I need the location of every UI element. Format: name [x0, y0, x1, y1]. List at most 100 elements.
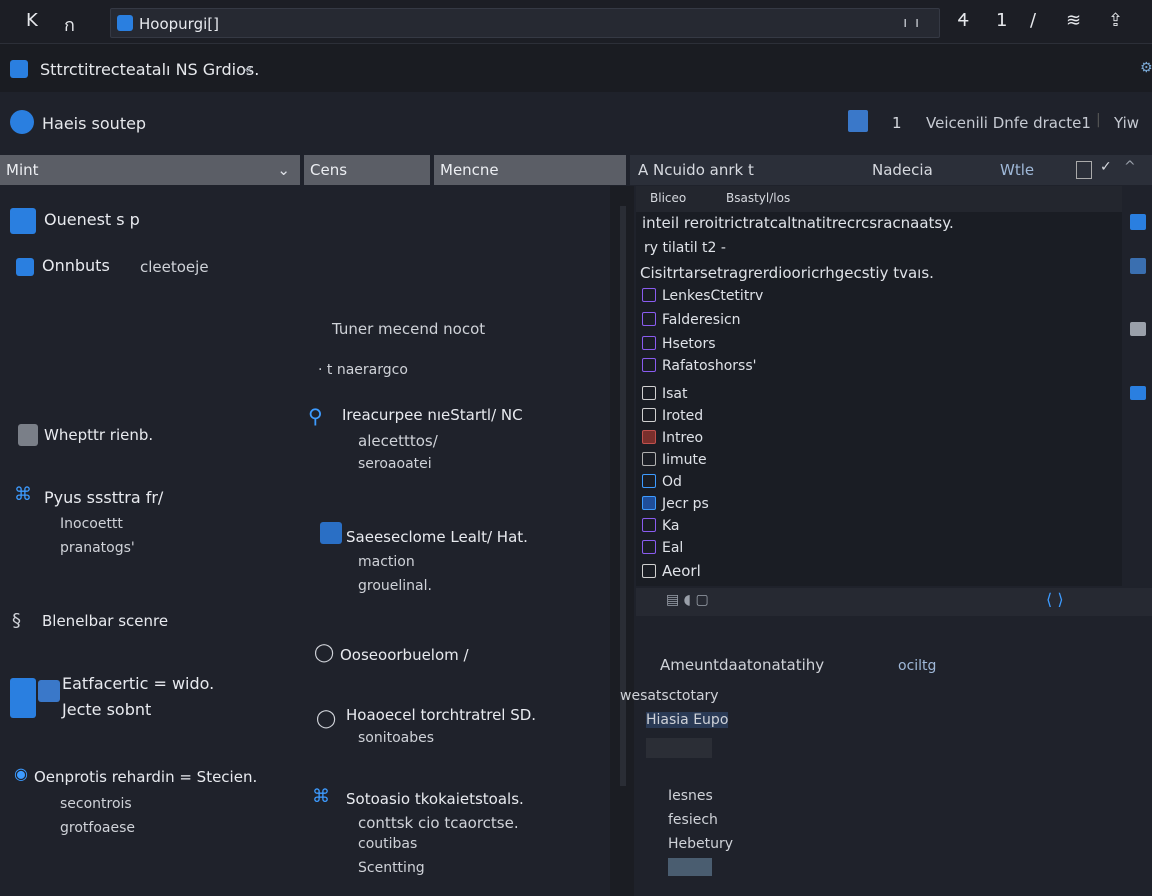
chevron-down-icon[interactable]: ⌄: [277, 155, 290, 185]
column-header-mencne[interactable]: Mencne: [434, 155, 626, 185]
checkbox-icon[interactable]: [1076, 161, 1092, 179]
check-icon[interactable]: ✓: [1100, 159, 1112, 175]
rail-icon[interactable]: [1130, 214, 1146, 230]
rp-list-b: Isat Iroted Intreo Iimute Od Jecr ps Ka …: [642, 386, 709, 586]
list-item[interactable]: Jecr ps: [642, 496, 709, 518]
left-item-7b: secontrois: [60, 796, 132, 812]
item-icon: [642, 540, 656, 554]
list-item[interactable]: Isat: [642, 386, 709, 408]
rp-list-a: LenkesCtetitrv Falderesicn Hsetors Rafat…: [642, 288, 763, 380]
column-header-mint[interactable]: Mint ⌄: [0, 155, 300, 185]
forward-button[interactable]: ก: [64, 10, 75, 39]
rp-head-tail: Wtle: [1000, 161, 1035, 179]
item-icon: ◯: [316, 708, 337, 729]
lock-icon[interactable]: [848, 110, 868, 132]
item-icon: ◯: [314, 642, 335, 663]
rp-head-mid: Nadecia: [872, 161, 933, 179]
column-header-cens[interactable]: Cens: [304, 155, 430, 185]
left-item-4c: pranatogs': [60, 540, 135, 556]
lr-row-1-tail[interactable]: ociltg: [898, 658, 936, 674]
lr-row-6[interactable]: Hebetury: [668, 836, 733, 852]
lr-row-2[interactable]: wesatsctotary: [620, 688, 719, 704]
mid-item-6a[interactable]: Hoaoecel torchtratrel SD.: [346, 706, 536, 724]
item-icon: [642, 452, 656, 466]
item-icon: [18, 424, 38, 446]
rp-head-title: A Ncuido anrk t: [638, 161, 754, 179]
title-bar: K ก Hoopurgi[] ıı Ꮞ 1 / ≋ ⇪: [0, 0, 1152, 44]
right-panel-header: A Ncuido anrk t Nadecia Wtle ✓ ^: [630, 155, 1152, 185]
section-count: 1: [892, 114, 902, 132]
back-button[interactable]: K: [26, 10, 38, 31]
mid-item-3a[interactable]: Ireacurpee nıeStartl/ NC: [342, 406, 523, 424]
address-bar[interactable]: Hoopurgi[] ıı: [110, 8, 940, 38]
rail-icon[interactable]: [1130, 258, 1146, 274]
rail-icon[interactable]: [1130, 386, 1146, 400]
left-item-6a[interactable]: Eatfacertic = wido.: [62, 674, 214, 693]
scrollbar[interactable]: [610, 186, 634, 896]
left-item-1[interactable]: Ouenest s p: [44, 210, 140, 229]
right-icon-rail: [1124, 186, 1152, 476]
toolbar-icons[interactable]: ▤ ◖ ▢: [666, 592, 709, 608]
item-icon: [10, 208, 36, 234]
left-item-4a[interactable]: Pyus sssttra fr/: [44, 488, 163, 507]
nav-icons[interactable]: ⟨ ⟩: [1046, 590, 1064, 609]
list-item[interactable]: Ka: [642, 518, 709, 540]
item-icon: [642, 430, 656, 444]
rp-line-3: Cisitrtarsetragrerdiooricrhgecstiy tvaıs…: [640, 264, 934, 282]
item-icon: [642, 408, 656, 422]
list-item[interactable]: Falderesicn: [642, 312, 763, 336]
item-icon: §: [12, 610, 21, 631]
tab-bsastyl[interactable]: Bsastyl/los: [726, 191, 790, 205]
chevron-up-icon[interactable]: ^: [1124, 159, 1136, 175]
item-icon: [642, 336, 656, 350]
tab-bliceo[interactable]: Bliceo: [650, 191, 686, 205]
left-item-2a[interactable]: Onnbuts: [42, 256, 110, 275]
section-right-tail: Yiw: [1114, 114, 1140, 132]
list-item[interactable]: Aeorl: [642, 562, 709, 586]
list-item[interactable]: Hsetors: [642, 336, 763, 358]
list-item[interactable]: Iimute: [642, 452, 709, 474]
list-item[interactable]: Intreo: [642, 430, 709, 452]
list-item[interactable]: Eal: [642, 540, 709, 562]
mid-item-2[interactable]: · t naerargco: [318, 362, 408, 378]
item-icon: [642, 496, 656, 510]
rp-line-2: ry tilatil t2 -: [644, 240, 726, 256]
item-icon: [10, 678, 36, 718]
mid-item-7d: Scentting: [358, 860, 425, 876]
mid-item-4c: grouelinal.: [358, 578, 432, 594]
mid-item-4a[interactable]: Saeeseclome Lealt/ Hat.: [346, 528, 528, 546]
mid-item-5[interactable]: Ooseoorbuelom /: [340, 646, 469, 664]
mid-item-1[interactable]: Tuner mecend nocot: [332, 320, 485, 338]
lr-input[interactable]: [646, 738, 712, 758]
item-icon: [642, 386, 656, 400]
lr-row-4[interactable]: Iesnes: [668, 788, 713, 804]
lr-row-3[interactable]: Hiasia Eupo: [646, 712, 729, 728]
list-item[interactable]: Od: [642, 474, 709, 496]
lr-row-1[interactable]: Ameuntdaatonatatihy: [660, 656, 824, 674]
upload-icon[interactable]: ⇪: [1108, 10, 1123, 31]
mid-item-4b: maction: [358, 554, 415, 570]
toolbar-action-3[interactable]: /: [1030, 10, 1036, 31]
left-item-7a[interactable]: Oenprotis rehardin = Stecien.: [34, 768, 257, 786]
settings-icon[interactable]: ⚙: [1140, 60, 1152, 76]
mid-item-7a[interactable]: Sotoasio tkokaietstoals.: [346, 790, 524, 808]
app-header: Sttrctitrecteatalı NS Grdios. « ⚙: [0, 44, 1152, 92]
menu-icon[interactable]: ≋: [1066, 10, 1081, 31]
toolbar-action-1[interactable]: Ꮞ: [958, 10, 969, 31]
list-item[interactable]: LenkesCtetitrv: [642, 288, 763, 312]
list-item[interactable]: Rafatoshorss': [642, 358, 763, 380]
left-item-6b[interactable]: Jecte sobnt: [62, 700, 151, 719]
section-header: Haeis soutep 1 Veicenili Dnfe dracte1 | …: [0, 92, 1152, 154]
app-title: Sttrctitrecteatalı NS Grdios.: [40, 60, 260, 79]
rail-icon[interactable]: [1130, 322, 1146, 336]
lr-row-5[interactable]: fesiech: [668, 812, 718, 828]
list-item[interactable]: Iroted: [642, 408, 709, 430]
toolbar-action-2[interactable]: 1: [996, 10, 1007, 31]
search-icon: ⚲: [308, 404, 323, 428]
left-item-3[interactable]: Whepttr rienb.: [44, 426, 153, 444]
item-icon: ⌘: [312, 786, 330, 807]
lr-thumbnail[interactable]: [668, 858, 712, 876]
left-item-5[interactable]: Blenelbar scenre: [42, 612, 168, 630]
left-item-4b: Inocoettt: [60, 516, 123, 532]
address-actions[interactable]: ıı: [903, 15, 927, 31]
